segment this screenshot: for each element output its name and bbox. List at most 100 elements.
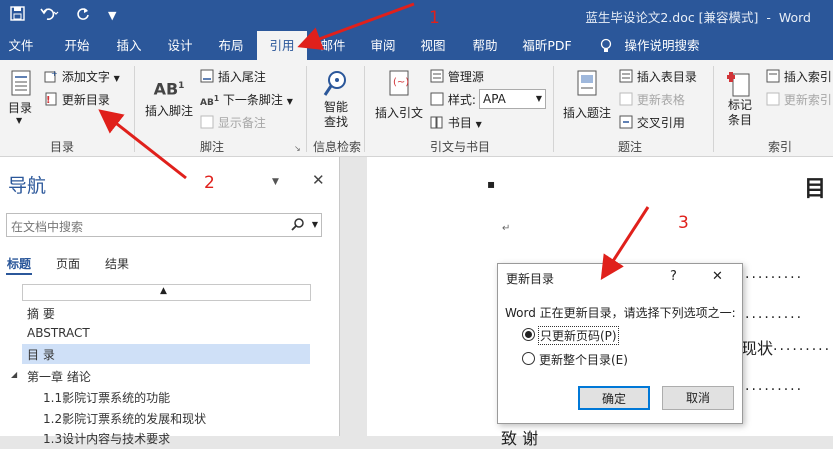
style-label: 样式: xyxy=(447,93,476,107)
endnote-icon xyxy=(200,69,214,86)
search-placeholder: 在文档中搜索 xyxy=(11,220,84,234)
save-icon[interactable] xyxy=(10,6,25,25)
table-of-figures-icon xyxy=(619,69,633,86)
tell-me-search[interactable]: 操作说明搜索 xyxy=(622,31,702,60)
option-update-page-numbers[interactable]: 只更新页码(P) xyxy=(538,326,619,345)
manage-sources-icon xyxy=(430,69,444,86)
manage-sources-button[interactable]: 管理源 xyxy=(430,68,484,86)
caption-icon xyxy=(563,70,611,98)
window-title: 蓝生毕设论文2.doc [兼容模式] - Word xyxy=(585,10,811,25)
nav-scroll-up-button[interactable]: ▲ xyxy=(22,284,311,301)
customize-qat-icon[interactable]: ▼ xyxy=(108,9,116,22)
nav-subheading-item[interactable]: 1.3设计内容与技术要求 xyxy=(43,430,170,447)
close-icon[interactable]: ✕ xyxy=(712,269,723,284)
svg-text:(~): (~) xyxy=(393,77,409,88)
toc-label: 目录 xyxy=(8,101,33,115)
mark-entry-icon xyxy=(726,70,754,98)
nav-heading-item[interactable]: 摘 要 xyxy=(27,305,55,322)
update-table-button[interactable]: 更新表格 xyxy=(619,91,685,109)
insert-index-button[interactable]: 插入索引 xyxy=(766,68,832,86)
add-text-button[interactable]: + 添加文字 ▼ xyxy=(44,68,120,86)
tab-mailings[interactable]: 邮件 xyxy=(308,31,358,60)
tab-help[interactable]: 帮助 xyxy=(460,31,510,60)
collapse-triangle-icon[interactable]: ◢ xyxy=(11,370,17,379)
bibliography-icon xyxy=(430,115,444,132)
insert-footnote-button[interactable]: AB1 插入脚注 xyxy=(145,70,193,119)
next-footnote-button[interactable]: AB1 下一条脚注 ▼ xyxy=(200,91,293,108)
mark-entry-label: 标记条目 xyxy=(727,98,752,127)
help-icon[interactable]: ? xyxy=(670,269,677,284)
nav-heading-item-selected[interactable]: 目 录 xyxy=(22,344,310,364)
update-index-button[interactable]: 更新索引 xyxy=(766,91,832,109)
group-separator xyxy=(134,66,135,152)
redo-icon[interactable] xyxy=(76,6,91,25)
active-tab-indicator xyxy=(6,273,32,275)
style-dropdown-value: APA xyxy=(483,92,506,106)
toc-entry-fragment: 现状········· xyxy=(741,339,832,358)
mark-entry-button[interactable]: 标记条目 xyxy=(726,70,754,128)
cross-reference-label: 交叉引用 xyxy=(636,116,685,130)
nav-heading-item[interactable]: 第一章 绪论 xyxy=(27,368,91,385)
paragraph-mark: ↵ xyxy=(502,223,511,234)
group-label-index: 索引 xyxy=(768,140,793,154)
smart-lookup-button[interactable]: 智能查找 xyxy=(322,70,350,130)
tab-insert[interactable]: 插入 xyxy=(104,31,154,60)
update-table-icon xyxy=(619,92,633,109)
add-text-icon: + xyxy=(44,69,58,86)
toc-icon xyxy=(10,70,32,96)
group-label-footnotes: 脚注 xyxy=(200,140,225,154)
search-input[interactable]: 在文档中搜索 ▼ xyxy=(6,213,322,237)
chevron-down-icon[interactable]: ▼ xyxy=(312,220,318,229)
tab-home[interactable]: 开始 xyxy=(52,31,102,60)
dialog-message: Word 正在更新目录，请选择下列选项之一: xyxy=(505,306,736,320)
insert-table-of-figures-button[interactable]: 插入表目录 xyxy=(619,68,697,86)
update-index-label: 更新索引 xyxy=(783,93,832,107)
nav-subheading-item[interactable]: 1.2影院订票系统的发展和现状 xyxy=(43,410,206,427)
tab-design[interactable]: 设计 xyxy=(155,31,205,60)
update-toc-dialog: 更新目录 ? ✕ Word 正在更新目录，请选择下列选项之一: 只更新页码(P)… xyxy=(497,263,743,424)
show-notes-icon xyxy=(200,115,214,132)
tab-foxit-pdf[interactable]: 福昕PDF xyxy=(516,31,578,60)
smart-lookup-label: 智能查找 xyxy=(323,100,348,129)
radio-update-entire-table[interactable] xyxy=(522,352,535,365)
nav-options-chevron-icon[interactable]: ▼ xyxy=(272,177,279,187)
insert-endnote-button[interactable]: 插入尾注 xyxy=(200,68,266,86)
dialog-title: 更新目录 xyxy=(506,272,555,286)
tab-layout[interactable]: 布局 xyxy=(206,31,256,60)
annotation-label-3: 3 xyxy=(678,213,689,233)
style-dropdown[interactable]: APA ▼ xyxy=(479,89,546,109)
bibliography-button[interactable]: 书目 ▼ xyxy=(430,114,482,132)
toc-leader-dots: ········· xyxy=(745,310,804,326)
update-index-icon xyxy=(766,92,780,109)
nav-subheading-item[interactable]: 1.1影院订票系统的功能 xyxy=(43,389,170,406)
dialog-launcher-icon[interactable]: ↘ xyxy=(294,144,301,153)
close-icon[interactable]: ✕ xyxy=(312,171,325,189)
radio-update-page-numbers[interactable] xyxy=(522,328,535,341)
tab-file[interactable]: 文件 xyxy=(2,31,40,60)
bibliography-label: 书目 xyxy=(447,116,472,130)
ribbon: 目录 ▼ + 添加文字 ▼ ! 更新目录 目录 AB1 插入脚注 插入尾注 AB… xyxy=(0,60,833,157)
nav-tab-pages[interactable]: 页面 xyxy=(56,255,80,272)
tab-review[interactable]: 审阅 xyxy=(359,31,407,60)
cross-reference-button[interactable]: 交叉引用 xyxy=(619,114,685,132)
cancel-button[interactable]: 取消 xyxy=(662,386,734,410)
insert-caption-button[interactable]: 插入题注 xyxy=(563,70,611,121)
group-label-research: 信息检索 xyxy=(313,140,362,154)
toc-button[interactable]: 目录 ▼ xyxy=(8,70,32,125)
nav-tab-results[interactable]: 结果 xyxy=(105,255,129,272)
cross-reference-icon xyxy=(619,115,633,132)
insert-table-of-figures-label: 插入表目录 xyxy=(636,70,697,84)
nav-tab-headings[interactable]: 标题 xyxy=(7,255,31,272)
insert-citation-button[interactable]: (~) 插入引文 xyxy=(375,70,423,121)
tab-references[interactable]: 引用 xyxy=(257,31,307,60)
ok-button[interactable]: 确定 xyxy=(578,386,650,410)
show-notes-button[interactable]: 显示备注 xyxy=(200,114,266,132)
tab-view[interactable]: 视图 xyxy=(409,31,457,60)
update-toc-button[interactable]: ! 更新目录 xyxy=(44,91,110,109)
annotation-label-1: 1 xyxy=(429,8,440,28)
undo-icon[interactable] xyxy=(40,6,60,25)
option-update-entire-table[interactable]: 更新整个目录(E) xyxy=(539,351,628,368)
search-icon[interactable] xyxy=(291,217,305,234)
toc-leader-dots: ········· xyxy=(745,382,804,398)
nav-heading-item[interactable]: ABSTRACT xyxy=(27,326,90,340)
